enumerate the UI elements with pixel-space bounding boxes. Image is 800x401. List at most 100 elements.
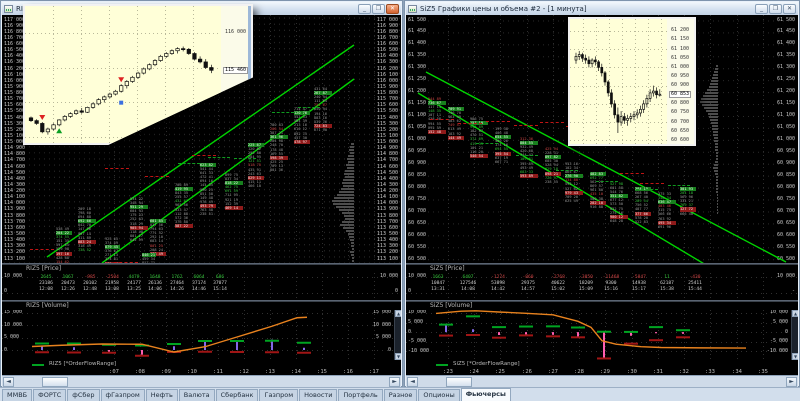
orderflow-plot bbox=[31, 316, 311, 357]
cluster-row: 478 97 bbox=[294, 139, 310, 144]
scroll-down-button[interactable]: ▼ bbox=[792, 353, 798, 360]
scroll-right-button[interactable]: ► bbox=[389, 377, 400, 387]
volume-pane[interactable]: 10 000 0 10 000-1663 10847 13:31 6407 127546 14… bbox=[406, 273, 798, 301]
taskbar-tab-4[interactable]: фГазпром bbox=[100, 389, 145, 401]
cluster-block: 301 93 204 18 569 96 334 21 769 37 127 72 666 … bbox=[680, 187, 696, 219]
cluster-block: 312 36 804 55 932 49 420 68 744 43 109 61 395 … bbox=[520, 137, 538, 182]
inset-axis-label: 115 000 bbox=[225, 98, 247, 105]
volume-stats-column: -5847 14938 15:17 bbox=[624, 275, 654, 293]
taskbar-tab-13[interactable]: Фьючерсы bbox=[460, 388, 511, 401]
volume-stats-column: 6407 127546 14:08 bbox=[453, 275, 483, 293]
flow-vertical-scrollbar[interactable]: ▲ ▼ bbox=[791, 310, 798, 360]
chart-window-left: RIZ5_❐✕117 000117 000116 900116 900116 8… bbox=[0, 0, 403, 387]
restore-button[interactable]: ❐ bbox=[769, 3, 782, 14]
cluster-block: 384 15 668 56 267 40 289 54 756 52 487 77 377 … bbox=[635, 187, 651, 225]
buy-level-dash bbox=[596, 181, 618, 182]
bar-time: 14:42 bbox=[491, 287, 505, 292]
taskbar-tab-10[interactable]: Портфель bbox=[338, 389, 383, 401]
cluster-row: 152 48 bbox=[428, 129, 446, 134]
buy-level-dash bbox=[636, 189, 658, 190]
cluster-row: 238 55 bbox=[545, 179, 558, 184]
taskbar-tab-7[interactable]: Сбербанк bbox=[215, 389, 259, 401]
cluster-row: 522 83 bbox=[635, 219, 648, 224]
horizontal-scrollbar[interactable]: ◄ ► bbox=[406, 375, 798, 387]
volume-scale-label: 0 bbox=[408, 288, 412, 294]
taskbar-tab-2[interactable]: ФОРТС bbox=[33, 389, 67, 401]
taskbar-tab-12[interactable]: Опционы bbox=[418, 389, 460, 401]
volume-scale-label: 10 000 bbox=[379, 273, 398, 279]
bar-time: 15:02 bbox=[551, 287, 565, 292]
scrollbar-thumb[interactable] bbox=[42, 377, 68, 387]
sell-level-dash bbox=[514, 125, 538, 126]
inset-axis-label: 60 800 bbox=[671, 100, 690, 107]
legend-row: RIZ5 [*OrderFlowRange] bbox=[2, 360, 401, 368]
volume-pane-label-row: RIZ5 [Volume] bbox=[2, 301, 401, 310]
cluster-row: 671 90 bbox=[314, 127, 327, 132]
scroll-left-button[interactable]: ◄ bbox=[407, 377, 418, 387]
buy-level-dash bbox=[476, 143, 498, 144]
restore-button[interactable]: ❐ bbox=[372, 3, 385, 14]
inset-axis-label: 61 000 bbox=[671, 63, 690, 70]
cluster-block: 225 67 120 82 292 80 284 95 121 51 518 75 435 … bbox=[248, 143, 264, 189]
close-button[interactable]: ✕ bbox=[386, 3, 399, 14]
scroll-right-button[interactable]: ► bbox=[786, 377, 797, 387]
taskbar-tab-6[interactable]: Валюта bbox=[178, 389, 215, 401]
inset-axis-label: 60 950 bbox=[671, 72, 690, 79]
scroll-up-button[interactable]: ▲ bbox=[792, 310, 798, 317]
sell-level-dash bbox=[430, 119, 454, 120]
horizontal-scrollbar[interactable]: ◄ ► bbox=[2, 375, 401, 387]
pane-separator bbox=[406, 300, 798, 302]
cluster-row: 625 49 bbox=[565, 198, 578, 203]
bar-time: 15:17 bbox=[632, 287, 646, 292]
inset-chart-frame: 116 000 115 000 115 460 bbox=[23, 4, 253, 145]
flow-vertical-scrollbar[interactable]: ▲ ▼ bbox=[394, 310, 401, 360]
volume-stats-column: -860 29375 14:57 bbox=[513, 275, 543, 293]
inset-chart-window: 61 200 61 150 61 100 61 050 61 000 60 950 60 9… bbox=[568, 17, 696, 146]
scroll-down-button[interactable]: ▼ bbox=[395, 353, 401, 360]
taskbar-tab-3[interactable]: фСбер bbox=[67, 389, 100, 401]
buy-level-dash bbox=[272, 112, 294, 113]
cluster-block: 780 83 206 34 387 21 361 96 204 98 248 70 178 … bbox=[270, 123, 288, 173]
buy-level-dash bbox=[298, 107, 320, 108]
scroll-up-button[interactable]: ▲ bbox=[395, 310, 401, 317]
orderflow-pane[interactable]: 15 000 15 000 10 000 10 000 5 000 5 000 0 0 ▲ ▼ bbox=[2, 310, 401, 360]
cluster-block: 714 47 120 76 342 43 564 39 213 16 610 12 892 … bbox=[294, 107, 310, 147]
volume-stats-column: -11468 9300 15:16 bbox=[596, 275, 626, 293]
volume-scale-label: 10 000 bbox=[776, 273, 795, 279]
inset-chart-area bbox=[570, 19, 667, 144]
minimize-button[interactable]: _ bbox=[358, 3, 371, 14]
window-buttons: _ ❐ ✕ bbox=[358, 3, 399, 14]
cluster-row: 469 14 bbox=[225, 205, 243, 210]
taskbar-tab-1[interactable]: ММВБ bbox=[2, 389, 33, 401]
sell-level-dash bbox=[145, 176, 169, 177]
sell-level-dash bbox=[458, 123, 482, 124]
orderflow-pane[interactable]: 10 000 10 000 5 000 5 000 0 0 -5 000 -5 000 -10 … bbox=[406, 310, 798, 360]
volume-pane[interactable]: 10 000 0 10 000 0 2645 23186 12:08 1067 20473 12:… bbox=[2, 273, 401, 301]
taskbar-tab-11[interactable]: Разное bbox=[383, 389, 418, 401]
cluster-row: 916 88 bbox=[590, 204, 603, 209]
taskbar-tab-9[interactable]: Новости bbox=[299, 389, 338, 401]
inset-axis-label: 61 050 bbox=[671, 54, 690, 61]
taskbar-tab-8[interactable]: Газпром bbox=[259, 389, 299, 401]
scrollbar-thumb[interactable] bbox=[446, 377, 472, 387]
cluster-block: 706 89 419 95 843 35 255 57 431 67 965 56 333 … bbox=[175, 183, 193, 229]
minimize-button[interactable]: _ bbox=[755, 3, 768, 14]
inset-axis-label: 60 700 bbox=[671, 118, 690, 125]
inset-chart-frame: 61 200 61 150 61 100 61 050 61 000 60 950 60 9… bbox=[568, 17, 696, 146]
cluster-block: 538 49 204 22 374 55 151 35 597 65 529 98 197 … bbox=[56, 227, 72, 264]
buy-level-dash bbox=[234, 158, 256, 159]
scroll-left-button[interactable]: ◄ bbox=[3, 377, 14, 387]
price-pane-label-row: RIZ5 [Price] bbox=[2, 264, 401, 273]
cluster-block: 544 89 736 67 117 11 148 35 107 11 438 58 994 … bbox=[428, 97, 446, 137]
close-button[interactable]: ✕ bbox=[783, 3, 796, 14]
chart-window-right: SiZ5 Графики цены и объема #2 - [1 минут… bbox=[404, 0, 800, 387]
taskbar-tab-5[interactable]: Нефть bbox=[145, 389, 178, 401]
volume-scale-label: - bbox=[791, 288, 795, 294]
titlebar[interactable]: SiZ5 Графики цены и объема #2 - [1 минут… bbox=[406, 2, 798, 15]
grid-hline bbox=[2, 293, 401, 294]
inset-axis-label: 60 650 bbox=[671, 127, 690, 134]
cluster-block: 623 82 541 44 641 33 472 41 694 16 144 35 990 … bbox=[200, 163, 216, 218]
orderflow-legend-label: RIZ5 [*OrderFlowRange] bbox=[49, 361, 117, 367]
taskbar: ММВБ ФОРТС фСбер фГазпром Нефть Валюта Сбербан… bbox=[0, 387, 800, 401]
volume-scale-label: 0 bbox=[394, 288, 398, 294]
